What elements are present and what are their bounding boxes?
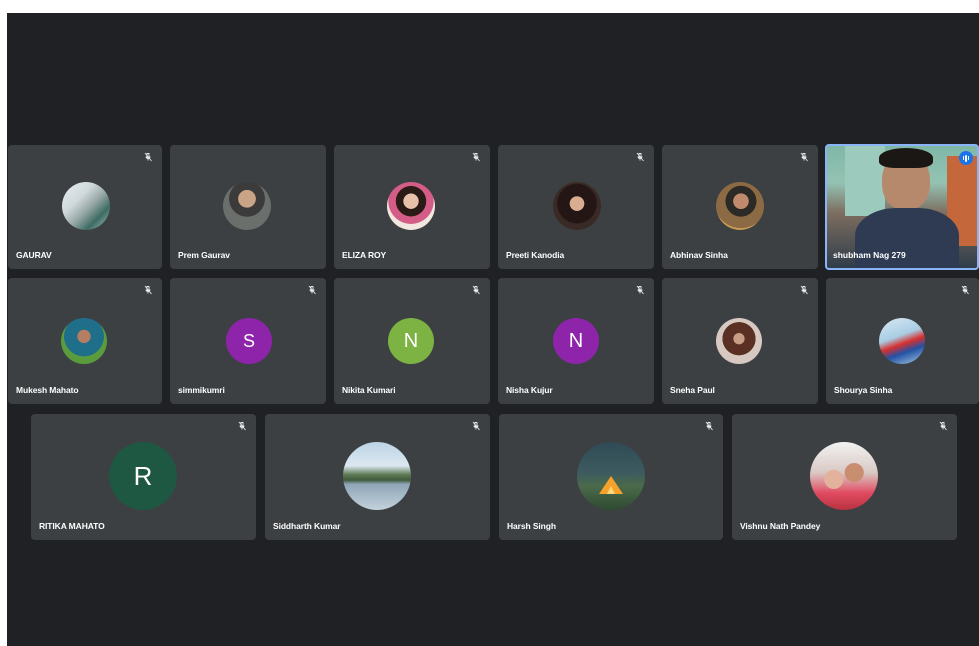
- video-hair: [879, 148, 933, 168]
- mic-off-icon: [800, 152, 808, 162]
- tent-icon: [599, 476, 623, 494]
- participant-tile[interactable]: Sneha Paul: [662, 278, 818, 404]
- participant-name: Nisha Kujur: [506, 385, 553, 395]
- participant-avatar: [716, 318, 762, 364]
- participant-tile[interactable]: Vishnu Nath Pandey: [732, 414, 957, 540]
- mic-off-icon: [144, 152, 152, 162]
- participant-avatar: R: [109, 442, 177, 510]
- mic-off-icon: [961, 285, 969, 295]
- participant-avatar: [62, 182, 110, 230]
- participant-name: GAURAV: [16, 250, 52, 260]
- mic-off-icon: [238, 421, 246, 431]
- speaking-indicator-icon: [959, 151, 973, 165]
- participant-tile[interactable]: R RITIKA MAHATO: [31, 414, 256, 540]
- mic-off-icon: [472, 285, 480, 295]
- mic-off-icon: [144, 285, 152, 295]
- participant-tile[interactable]: ELIZA ROY: [334, 145, 490, 269]
- participant-avatar: S: [226, 318, 272, 364]
- participant-tile[interactable]: N Nisha Kujur: [498, 278, 654, 404]
- participant-tile[interactable]: Preeti Kanodia: [498, 145, 654, 269]
- participant-name: Vishnu Nath Pandey: [740, 521, 821, 531]
- participant-avatar: [716, 182, 764, 230]
- participant-name: Harsh Singh: [507, 521, 556, 531]
- participant-tile[interactable]: N Nikita Kumari: [334, 278, 490, 404]
- participant-name: Shourya Sinha: [834, 385, 893, 395]
- participant-tile[interactable]: Shourya Sinha: [826, 278, 979, 404]
- participant-name: ELIZA ROY: [342, 250, 387, 260]
- participant-tile[interactable]: Siddharth Kumar: [265, 414, 490, 540]
- participant-name: shubham Nag 279: [833, 250, 906, 260]
- participant-avatar: [387, 182, 435, 230]
- participant-avatar: [61, 318, 107, 364]
- video-shirt: [855, 208, 959, 268]
- participant-avatar: [223, 182, 271, 230]
- participant-avatar: [553, 182, 601, 230]
- participant-tile[interactable]: Prem Gaurav: [170, 145, 326, 269]
- mic-off-icon: [308, 285, 316, 295]
- participant-name: Nikita Kumari: [342, 385, 396, 395]
- participant-name: Siddharth Kumar: [273, 521, 341, 531]
- participant-tile[interactable]: Harsh Singh: [499, 414, 723, 540]
- participant-avatar: N: [388, 318, 434, 364]
- participant-tile[interactable]: GAURAV: [8, 145, 162, 269]
- active-speaker-tile[interactable]: shubham Nag 279: [825, 144, 979, 270]
- participant-name: Prem Gaurav: [178, 250, 230, 260]
- mic-off-icon: [636, 152, 644, 162]
- participant-tile[interactable]: Abhinav Sinha: [662, 145, 818, 269]
- participant-avatar: [343, 442, 411, 510]
- mic-off-icon: [472, 152, 480, 162]
- mic-off-icon: [705, 421, 713, 431]
- participant-name: Abhinav Sinha: [670, 250, 728, 260]
- participant-tile[interactable]: S simmikumri: [170, 278, 326, 404]
- participant-avatar: [810, 442, 878, 510]
- mic-off-icon: [472, 421, 480, 431]
- participant-tile[interactable]: Mukesh Mahato: [8, 278, 162, 404]
- mic-off-icon: [939, 421, 947, 431]
- participant-name: RITIKA MAHATO: [39, 521, 105, 531]
- mic-off-icon: [800, 285, 808, 295]
- mic-off-icon: [636, 285, 644, 295]
- participant-name: Preeti Kanodia: [506, 250, 565, 260]
- participant-name: Mukesh Mahato: [16, 385, 79, 395]
- participant-avatar: N: [553, 318, 599, 364]
- participant-name: Sneha Paul: [670, 385, 715, 395]
- participant-avatar: [879, 318, 925, 364]
- participant-avatar: [577, 442, 645, 510]
- participant-name: simmikumri: [178, 385, 225, 395]
